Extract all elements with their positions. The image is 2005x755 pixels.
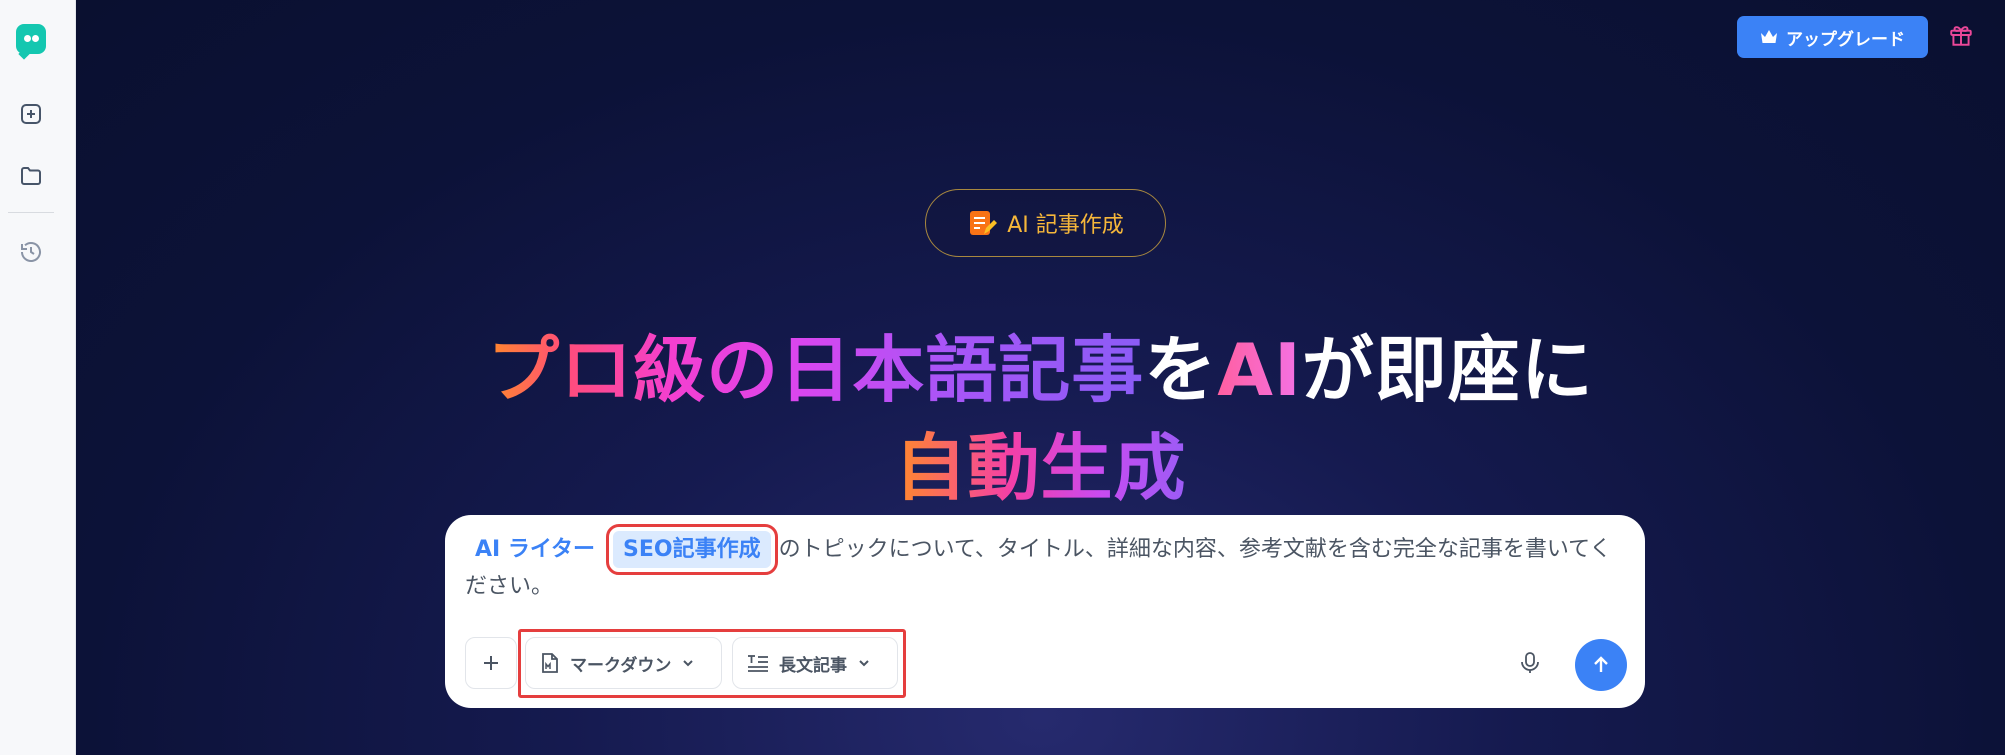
sidebar-divider bbox=[8, 212, 54, 213]
folder-icon[interactable] bbox=[16, 161, 46, 191]
upgrade-button[interactable]: アップグレード bbox=[1737, 16, 1928, 58]
app-logo-icon[interactable] bbox=[16, 24, 46, 60]
ai-writer-chip[interactable]: AI ライター bbox=[465, 531, 605, 568]
seo-article-chip[interactable]: SEO記事作成 bbox=[606, 524, 778, 575]
composer-toolbar: マークダウン 長文記事 bbox=[465, 629, 906, 698]
sidebar bbox=[0, 0, 76, 755]
plus-icon bbox=[484, 656, 498, 670]
history-icon[interactable] bbox=[16, 237, 46, 267]
ai-article-badge: AI 記事作成 bbox=[925, 189, 1166, 257]
length-select-label: 長文記事 bbox=[779, 655, 847, 676]
headline-gradient-text: プロ級の日本語記事 bbox=[487, 328, 1145, 412]
gift-icon[interactable] bbox=[1948, 22, 1978, 52]
arrow-up-icon bbox=[1594, 656, 1608, 672]
headline-text: を bbox=[1144, 328, 1218, 412]
prompt-input[interactable]: AI ライター SEO記事作成 のトピックについて、タイトル、詳細な内容、参考文献を… bbox=[465, 524, 1625, 605]
headline-line1: プロ級の日本語記事をAIが即座に bbox=[76, 320, 2005, 420]
attach-button[interactable] bbox=[465, 637, 517, 689]
crown-icon bbox=[1761, 30, 1777, 43]
length-select[interactable]: 長文記事 bbox=[732, 637, 898, 689]
headline-text-end: が即座に bbox=[1301, 328, 1594, 412]
markdown-file-icon bbox=[542, 653, 558, 673]
upgrade-label: アップグレード bbox=[1786, 29, 1905, 50]
headline-auto-generate: 自動生成 bbox=[894, 426, 1187, 510]
format-select[interactable]: マークダウン bbox=[525, 637, 722, 689]
article-edit-icon bbox=[970, 211, 998, 235]
new-chat-icon[interactable] bbox=[16, 99, 46, 129]
format-options-group: マークダウン 長文記事 bbox=[518, 629, 906, 698]
microphone-icon[interactable] bbox=[1515, 648, 1545, 678]
headline-line2: 自動生成 bbox=[76, 418, 2005, 518]
format-select-label: マークダウン bbox=[570, 655, 672, 676]
chevron-down-icon bbox=[683, 660, 694, 667]
text-length-icon bbox=[748, 655, 768, 672]
headline-ai-text: AI bbox=[1217, 328, 1302, 412]
send-button[interactable] bbox=[1575, 639, 1627, 691]
prompt-composer: AI ライター SEO記事作成 のトピックについて、タイトル、詳細な内容、参考文献を… bbox=[445, 515, 1645, 708]
badge-label: AI 記事作成 bbox=[1007, 213, 1124, 238]
chevron-down-icon bbox=[859, 660, 869, 667]
